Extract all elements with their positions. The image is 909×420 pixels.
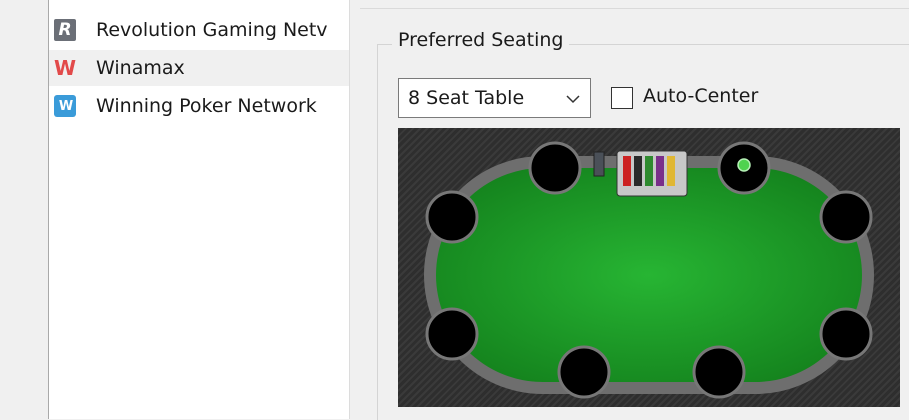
network-item-label: Winning Poker Network bbox=[96, 95, 317, 117]
seat-6[interactable] bbox=[557, 345, 611, 399]
seat-5[interactable] bbox=[692, 345, 746, 399]
revolution-icon: R bbox=[54, 19, 76, 41]
seat-1[interactable] bbox=[528, 141, 582, 195]
winning-poker-network-icon: W bbox=[54, 95, 76, 117]
chevron-down-icon bbox=[566, 95, 580, 104]
seat-7[interactable] bbox=[425, 307, 479, 361]
poker-table-view bbox=[398, 128, 900, 407]
auto-center-label[interactable]: Auto-Center bbox=[643, 85, 758, 107]
dealer-button-icon bbox=[737, 158, 751, 172]
network-item-winning-poker[interactable]: W Winning Poker Network bbox=[49, 88, 349, 124]
table-size-value: 8 Seat Table bbox=[408, 87, 525, 109]
network-item-winamax[interactable]: W Winamax bbox=[49, 50, 349, 86]
network-item-revolution[interactable]: R Revolution Gaming Netv bbox=[49, 12, 349, 48]
group-title: Preferred Seating bbox=[392, 29, 570, 51]
seat-4[interactable] bbox=[819, 307, 873, 361]
network-item-label: Winamax bbox=[96, 57, 185, 79]
seat-3[interactable] bbox=[819, 190, 873, 244]
divider bbox=[360, 8, 909, 9]
winamax-icon: W bbox=[53, 56, 77, 80]
table-felt bbox=[436, 168, 862, 382]
table-size-select[interactable]: 8 Seat Table bbox=[398, 78, 591, 118]
seat-8[interactable] bbox=[425, 190, 479, 244]
poker-table-graphic bbox=[424, 141, 874, 399]
network-list: R Revolution Gaming Netv W Winamax W Win… bbox=[49, 0, 350, 419]
network-item-label: Revolution Gaming Netv bbox=[96, 19, 328, 41]
auto-center-checkbox[interactable] bbox=[611, 87, 633, 109]
left-panel-strip bbox=[0, 0, 49, 419]
